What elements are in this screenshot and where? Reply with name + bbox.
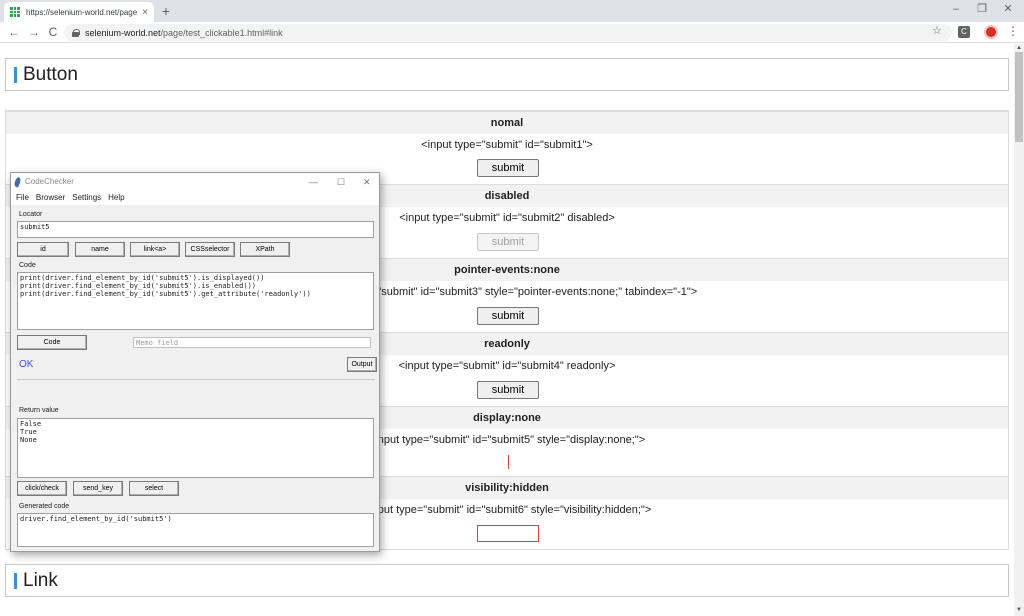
scroll-up-icon[interactable]: ▲ [1016, 45, 1022, 51]
codechecker-title: CodeChecker [25, 177, 74, 186]
reload-icon[interactable]: C [45, 24, 61, 40]
site-favicon-icon [10, 7, 20, 17]
generated-code-textarea[interactable]: driver.find_element_by_id('submit5') [17, 513, 374, 547]
submit4-button[interactable]: submit [477, 381, 539, 399]
codechecker-menubar: File Browser Settings Help [11, 191, 379, 205]
submit1-button[interactable]: submit [477, 159, 539, 177]
back-arrow-icon[interactable]: ← [6, 24, 22, 40]
generated-code-label: Generated code [19, 503, 70, 510]
send-key-button[interactable]: send_key [73, 481, 123, 496]
submit6-highlight [477, 525, 539, 542]
click-check-button[interactable]: click/check [17, 481, 67, 496]
locator-link-button[interactable]: link<a> [130, 242, 180, 257]
menu-browser[interactable]: Browser [36, 191, 65, 205]
url-path: /page/test_clickable1.html#link [160, 27, 283, 38]
forward-arrow-icon[interactable]: → [26, 24, 42, 40]
heading-accent-bar [14, 572, 17, 589]
cc-maximize-button[interactable]: ☐ [337, 173, 345, 191]
locator-id-button[interactable]: id [17, 242, 69, 257]
browser-menu-icon[interactable]: ⋮ [1007, 24, 1019, 38]
bookmark-star-icon[interactable]: ☆ [932, 24, 942, 37]
heading-link: Link [5, 564, 1009, 597]
submit5-highlight [508, 455, 509, 469]
submit3-button: submit [477, 307, 539, 325]
url-host: selenium-world.net [85, 27, 161, 38]
window-close-button[interactable]: ✕ [992, 0, 1024, 18]
menu-help[interactable]: Help [108, 191, 124, 205]
scroll-down-icon[interactable]: ▼ [1016, 607, 1022, 613]
code-label: Code [19, 262, 36, 269]
scroll-thumb[interactable] [1015, 52, 1023, 142]
locator-name-button[interactable]: name [75, 242, 125, 257]
tab-close-icon[interactable]: × [142, 7, 148, 18]
cc-close-button[interactable]: ✕ [363, 173, 371, 191]
return-value-label: Return value [19, 407, 59, 414]
section-title-nomal: nomal [6, 111, 1008, 134]
heading-accent-bar [14, 66, 17, 83]
memo-field[interactable]: Memo field [133, 337, 371, 348]
section-code-nomal: <input type="submit" id="submit1"> [421, 139, 593, 151]
locator-cssselector-button[interactable]: CSSselector [185, 242, 235, 257]
code-textarea[interactable]: print(driver.find_element_by_id('submit5… [17, 272, 374, 330]
extension-icon[interactable]: C [958, 26, 970, 38]
tab-title: https://selenium-world.net/page [26, 7, 138, 17]
lock-icon [72, 28, 80, 37]
heading-link-text: Link [23, 569, 58, 591]
cc-minimize-button[interactable]: — [309, 173, 318, 191]
submit2-button: submit [477, 233, 539, 251]
code-button[interactable]: Code [17, 335, 87, 350]
address-bar[interactable]: selenium-world.net/page/test_clickable1.… [64, 24, 952, 41]
browser-toolbar: ← → C selenium-world.net/page/test_click… [0, 22, 1024, 43]
output-button[interactable]: Output [347, 357, 377, 372]
browser-tab-strip: https://selenium-world.net/page × + – ❐ … [0, 0, 1024, 22]
locator-xpath-button[interactable]: XPath [240, 242, 290, 257]
separator [17, 379, 375, 380]
locator-input[interactable]: submit5 [17, 221, 374, 238]
codechecker-titlebar: CodeChecker — ☐ ✕ [11, 173, 379, 191]
heading-button: Button [5, 58, 1009, 91]
heading-button-text: Button [23, 63, 78, 85]
codechecker-window: CodeChecker — ☐ ✕ File Browser Settings … [10, 172, 380, 552]
status-ok: OK [19, 359, 34, 370]
browser-tab[interactable]: https://selenium-world.net/page × [4, 2, 154, 22]
page-scrollbar[interactable]: ▲ ▼ [1014, 44, 1024, 616]
menu-file[interactable]: File [16, 191, 29, 205]
new-tab-button[interactable]: + [158, 2, 174, 20]
locator-label: Locator [19, 211, 43, 218]
return-value-textarea[interactable]: False True None [17, 418, 374, 478]
profile-avatar[interactable] [984, 25, 998, 39]
feather-icon [13, 176, 22, 188]
menu-settings[interactable]: Settings [72, 191, 101, 205]
select-button[interactable]: select [129, 481, 179, 496]
